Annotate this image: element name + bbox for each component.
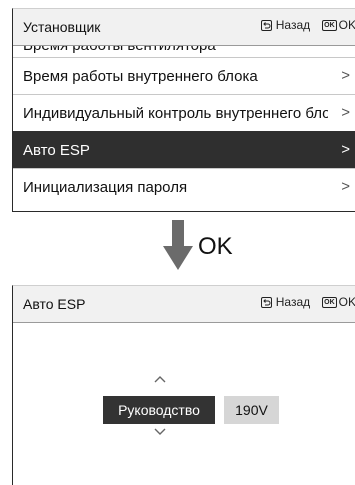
screen-header: Авто ESP Назад OK OK xyxy=(13,286,355,323)
chevron-right-icon: > xyxy=(341,104,350,121)
menu-item-label: Время работы внутреннего блока xyxy=(23,68,258,85)
ok-key-icon: OK xyxy=(322,296,337,308)
chevron-right-icon: > xyxy=(341,141,350,158)
menu-item-individual-control[interactable]: Индивидуальный контроль внутреннего блок… xyxy=(13,94,355,131)
back-button[interactable]: Назад xyxy=(276,18,310,32)
menu-item-label: Инициализация пароля xyxy=(23,179,188,196)
header-actions: Назад OK OK xyxy=(260,18,355,32)
chevron-down-icon[interactable] xyxy=(153,427,167,437)
menu-item-password-reset[interactable]: Инициализация пароля > xyxy=(13,168,355,205)
menu-item-label: Авто ESP xyxy=(23,142,90,159)
installer-menu-screen: Время работы вентилятора Установщик Наза… xyxy=(12,8,355,212)
page-title: Авто ESP xyxy=(23,296,86,312)
arrow-down-icon xyxy=(163,220,193,270)
menu-item-label: Индивидуальный контроль внутреннего блок… xyxy=(23,105,328,122)
back-icon[interactable] xyxy=(260,296,272,308)
ok-button[interactable]: OK xyxy=(339,18,355,32)
chevron-right-icon: > xyxy=(341,67,350,84)
ok-button[interactable]: OK xyxy=(339,295,355,309)
ok-key-icon: OK xyxy=(322,19,337,31)
chevron-right-icon: > xyxy=(341,178,350,195)
voltage-value[interactable]: 190V xyxy=(224,396,279,424)
menu-item-auto-esp[interactable]: Авто ESP > xyxy=(13,131,355,168)
header-actions: Назад OK OK xyxy=(260,295,355,309)
auto-esp-screen: Авто ESP Назад OK OK Руководство 190V xyxy=(12,285,355,485)
transition-label: OK xyxy=(198,233,233,260)
back-icon[interactable] xyxy=(260,19,272,31)
mode-selector-value[interactable]: Руководство xyxy=(103,396,215,424)
page-title: Установщик xyxy=(23,19,101,35)
menu-item-indoor-runtime[interactable]: Время работы внутреннего блока > xyxy=(13,57,355,94)
screen-header: Установщик Назад OK OK xyxy=(13,9,355,46)
chevron-up-icon[interactable] xyxy=(153,374,167,384)
back-button[interactable]: Назад xyxy=(276,295,310,309)
